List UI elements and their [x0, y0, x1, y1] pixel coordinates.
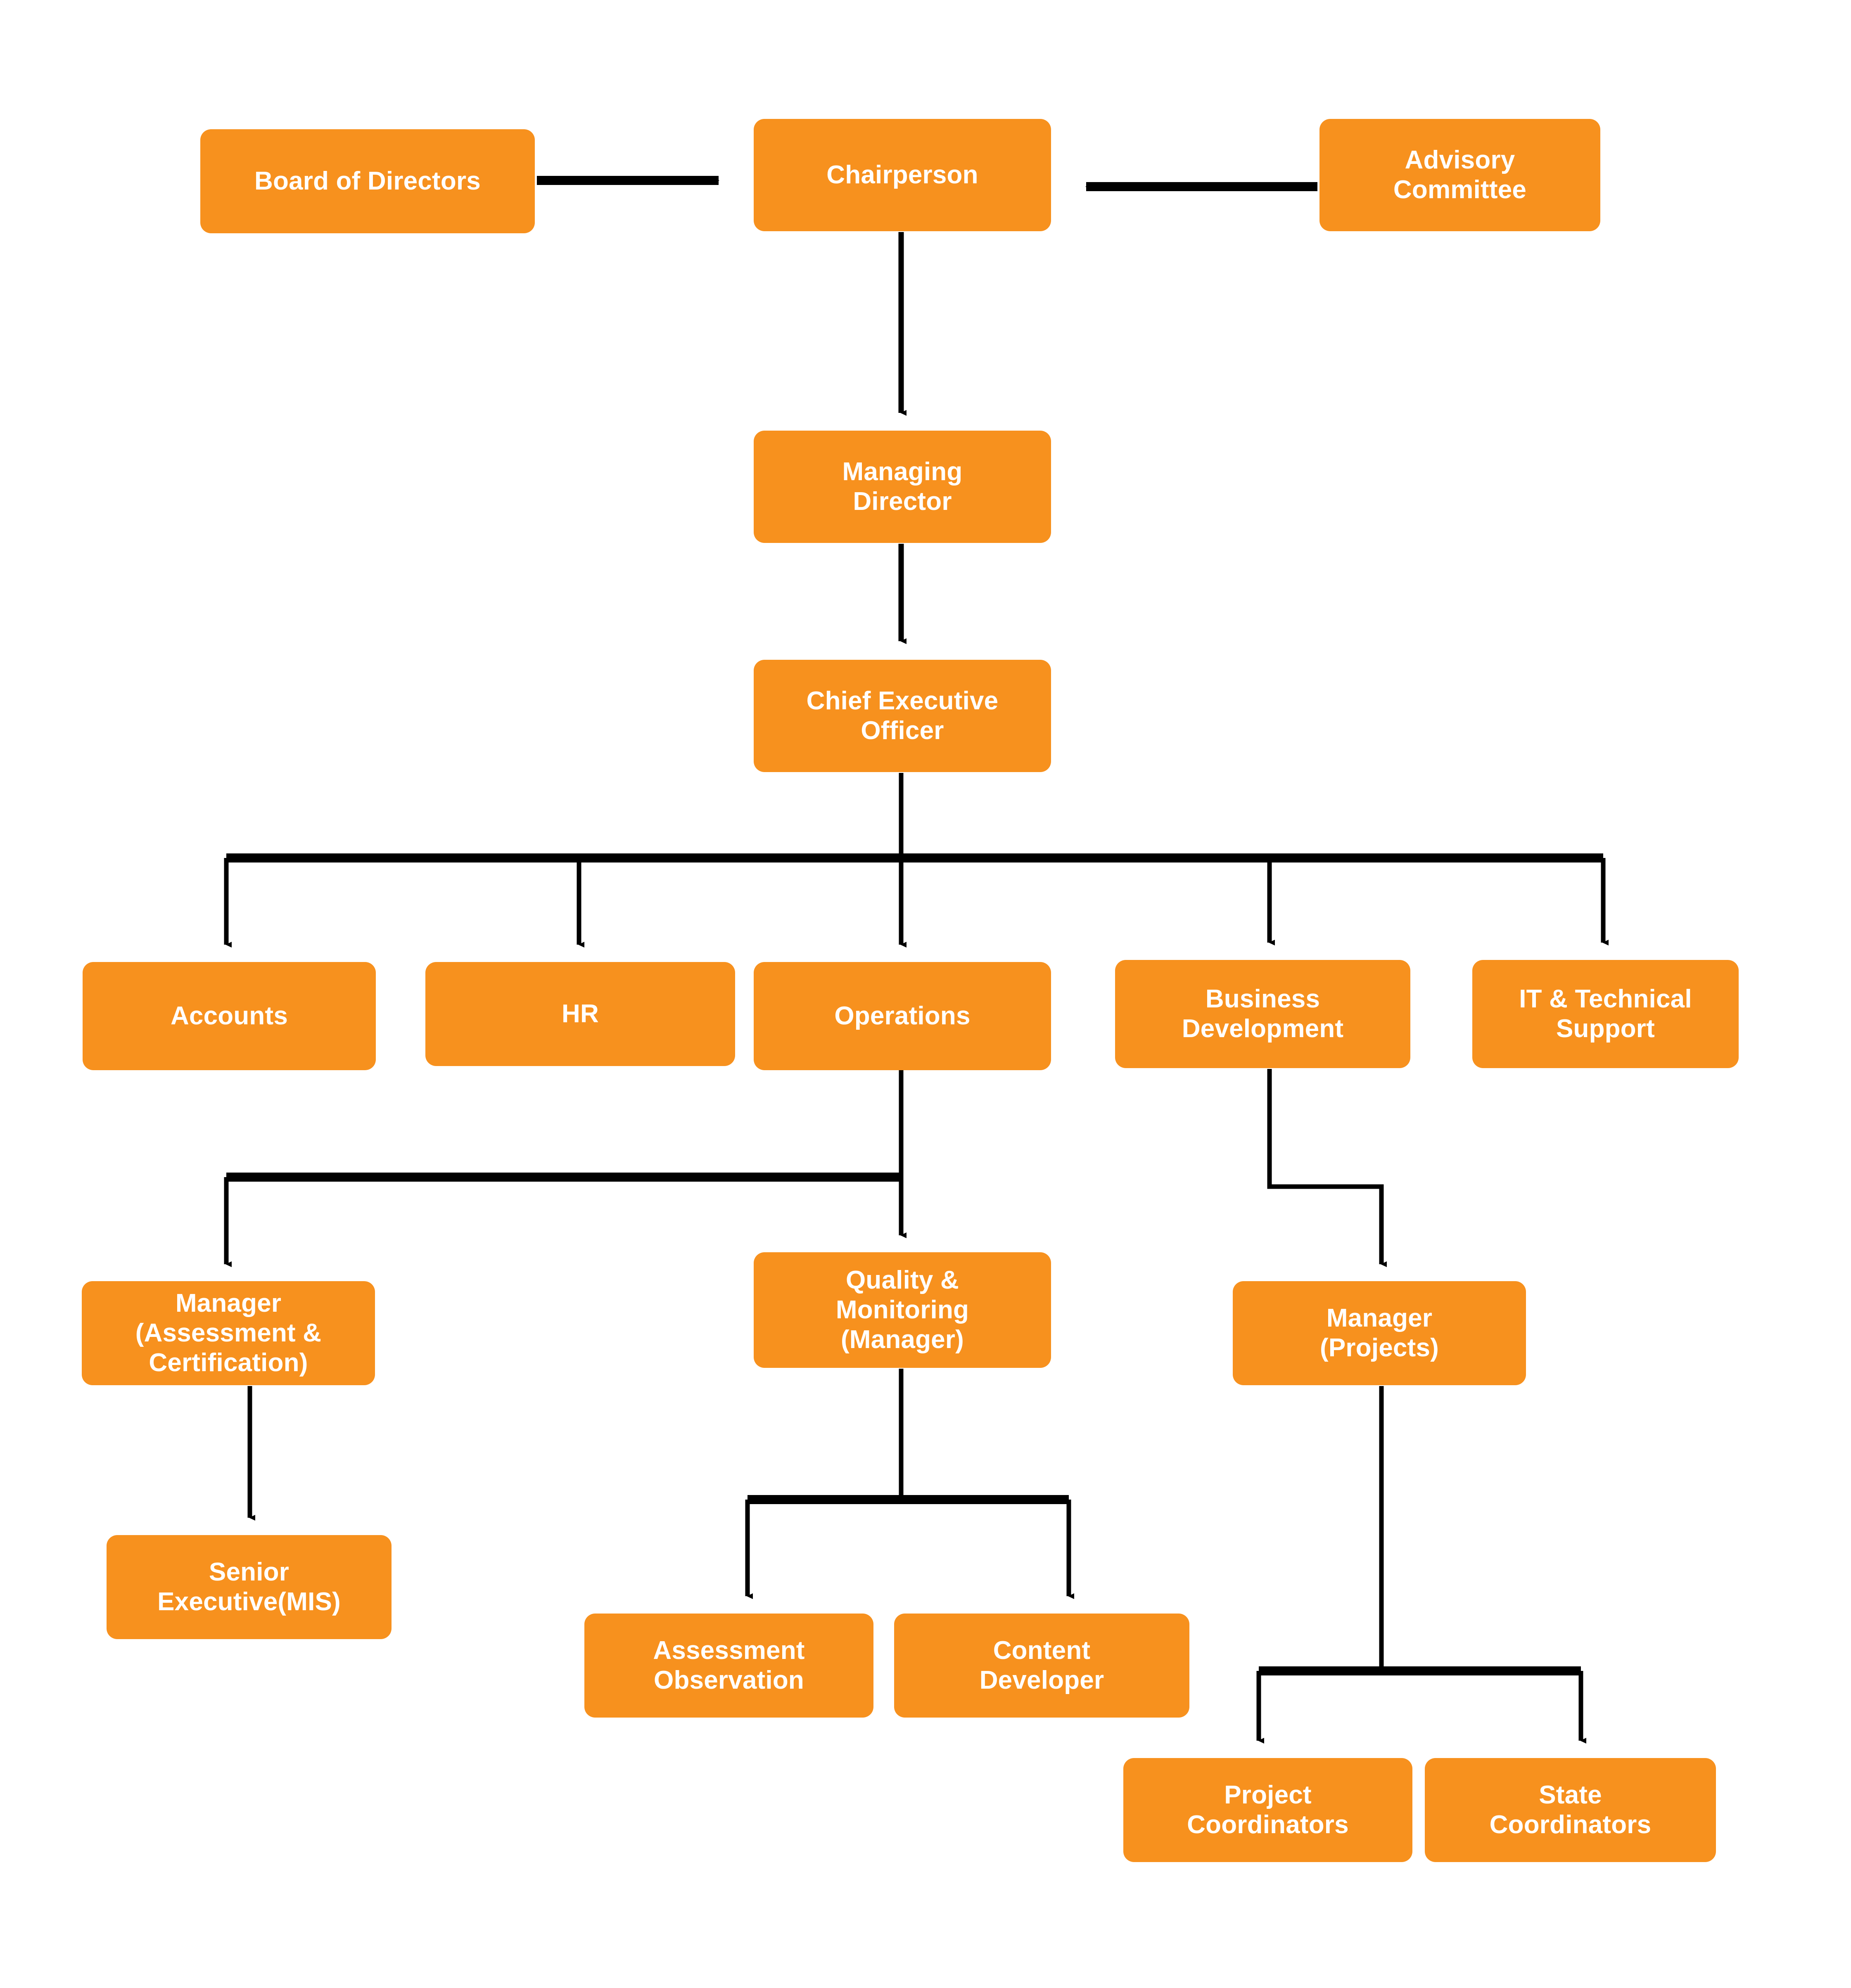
org-node-label: Advisory Committee [1393, 146, 1527, 204]
org-node-label: HR [562, 1000, 599, 1028]
org-node-label: Senior Executive(MIS) [157, 1558, 341, 1616]
org-node-label: Assessment Observation [653, 1636, 805, 1694]
org-node-label: Chief Executive Officer [806, 687, 999, 745]
org-node-accounts[interactable]: Accounts [83, 962, 376, 1070]
org-node-label: Manager (Assessment & Certification) [135, 1289, 322, 1377]
org-node-quality_monitoring_manager[interactable]: Quality & Monitoring (Manager) [754, 1252, 1051, 1368]
org-node-label: Project Coordinators [1187, 1781, 1349, 1839]
org-node-hr[interactable]: HR [425, 962, 735, 1066]
org-node-label: Content Developer [979, 1636, 1104, 1694]
org-node-manager_assessment_certification[interactable]: Manager (Assessment & Certification) [82, 1281, 375, 1385]
org-node-label: IT & Technical Support [1519, 985, 1692, 1043]
org-node-label: Accounts [170, 1002, 288, 1031]
org-chart-canvas: Board of Directors Chairperson Advisory Co… [0, 0, 1851, 1988]
org-node-label: State Coordinators [1489, 1781, 1652, 1839]
org-node-advisory_committee[interactable]: Advisory Committee [1319, 119, 1600, 231]
org-node-label: Operations [834, 1002, 971, 1031]
org-node-content_developer[interactable]: Content Developer [894, 1614, 1189, 1718]
org-node-assessment_observation[interactable]: Assessment Observation [584, 1614, 873, 1718]
org-node-it_technical_support[interactable]: IT & Technical Support [1472, 960, 1739, 1068]
org-node-board_of_directors[interactable]: Board of Directors [200, 129, 535, 233]
org-node-label: Quality & Monitoring (Manager) [835, 1266, 969, 1354]
org-node-label: Manager (Projects) [1320, 1304, 1439, 1362]
org-node-chief_executive_officer[interactable]: Chief Executive Officer [754, 660, 1051, 772]
org-node-business_development[interactable]: Business Development [1115, 960, 1410, 1068]
org-node-managing_director[interactable]: Managing Director [754, 431, 1051, 543]
org-node-label: Chairperson [826, 161, 978, 190]
org-node-project_coordinators[interactable]: Project Coordinators [1123, 1758, 1412, 1862]
org-node-state_coordinators[interactable]: State Coordinators [1425, 1758, 1716, 1862]
org-node-label: Managing Director [842, 457, 963, 516]
org-node-label: Board of Directors [254, 167, 481, 196]
org-node-manager_projects[interactable]: Manager (Projects) [1233, 1281, 1526, 1385]
org-node-chairperson[interactable]: Chairperson [754, 119, 1051, 231]
org-node-operations[interactable]: Operations [754, 962, 1051, 1070]
org-node-senior_executive_mis[interactable]: Senior Executive(MIS) [107, 1535, 392, 1639]
edge-business-development-to-manager-projects [1267, 1069, 1387, 1267]
org-node-label: Business Development [1182, 985, 1344, 1043]
